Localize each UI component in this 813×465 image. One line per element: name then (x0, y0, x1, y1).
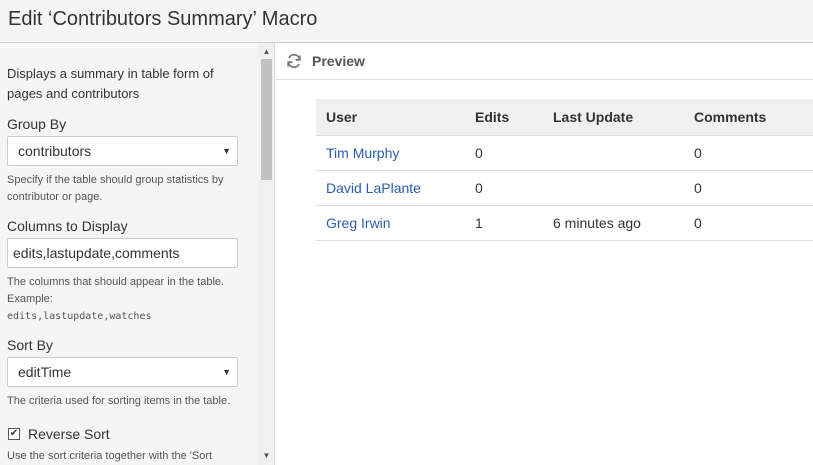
dialog-title: Edit ‘Contributors Summary’ Macro (8, 8, 318, 30)
group-by-label: Group By (7, 116, 67, 132)
preview-header: Preview (276, 43, 813, 80)
table-row: Tim Murphy 0 0 (316, 135, 813, 171)
user-link[interactable]: Tim Murphy (316, 135, 465, 171)
scroll-down-arrow-icon[interactable]: ▼ (258, 449, 275, 463)
columns-label: Columns to Display (7, 218, 128, 234)
group-by-help: Specify if the table should group statis… (7, 174, 224, 203)
table-row: Greg Irwin 1 6 minutes ago 0 (316, 205, 813, 241)
edits-cell: 1 (465, 205, 543, 241)
parameters-scrollbar[interactable]: ▲ ▼ (258, 43, 275, 465)
reverse-sort-help: Use the sort criteria together with the … (7, 450, 213, 462)
columns-help-text: The columns that should appear in the ta… (7, 276, 225, 305)
user-link[interactable]: David LaPlante (316, 170, 465, 206)
scrollbar-thumb[interactable] (261, 59, 272, 180)
comments-cell: 0 (684, 205, 813, 241)
refresh-icon[interactable] (286, 53, 302, 69)
dialog-header: Edit ‘Contributors Summary’ Macro (0, 0, 813, 43)
contributors-table: User Edits Last Update Comments Tim Murp… (316, 99, 813, 241)
chevron-down-icon: ▼ (222, 146, 231, 156)
reverse-sort-label: Reverse Sort (28, 426, 110, 442)
comments-cell: 0 (684, 135, 813, 171)
comments-cell: 0 (684, 170, 813, 206)
columns-input[interactable]: edits,lastupdate,comments (7, 238, 238, 268)
chevron-down-icon: ▼ (222, 367, 231, 377)
preview-label: Preview (312, 53, 365, 69)
column-header-user: User (316, 99, 465, 136)
scroll-up-arrow-icon[interactable]: ▲ (258, 45, 275, 59)
sort-by-select[interactable]: editTime ▼ (7, 357, 238, 387)
table-row: David LaPlante 0 0 (316, 170, 813, 206)
sort-by-help: The criteria used for sorting items in t… (7, 395, 231, 407)
group-by-value: contributors (18, 143, 92, 159)
sort-by-label: Sort By (7, 337, 53, 353)
reverse-sort-checkbox[interactable]: ✔ (8, 428, 20, 440)
reverse-sort-row[interactable]: ✔ Reverse Sort (7, 424, 251, 444)
column-header-edits: Edits (465, 99, 543, 136)
macro-description: Displays a summary in table form of page… (7, 66, 214, 101)
columns-help-example: edits,lastupdate,watches (7, 311, 152, 322)
edits-cell: 0 (465, 170, 543, 206)
column-header-comments: Comments (684, 99, 813, 136)
group-by-select[interactable]: contributors ▼ (7, 136, 238, 166)
user-link[interactable]: Greg Irwin (316, 205, 465, 241)
edits-cell: 0 (465, 135, 543, 171)
last-update-cell (543, 135, 684, 171)
sort-by-value: editTime (18, 364, 72, 380)
last-update-cell: 6 minutes ago (543, 205, 684, 241)
column-header-last-update: Last Update (543, 99, 684, 136)
columns-help: The columns that should appear in the ta… (7, 274, 251, 325)
last-update-cell (543, 170, 684, 206)
table-header-row: User Edits Last Update Comments (316, 99, 813, 136)
macro-parameters-panel: Displays a summary in table form of page… (0, 43, 258, 465)
